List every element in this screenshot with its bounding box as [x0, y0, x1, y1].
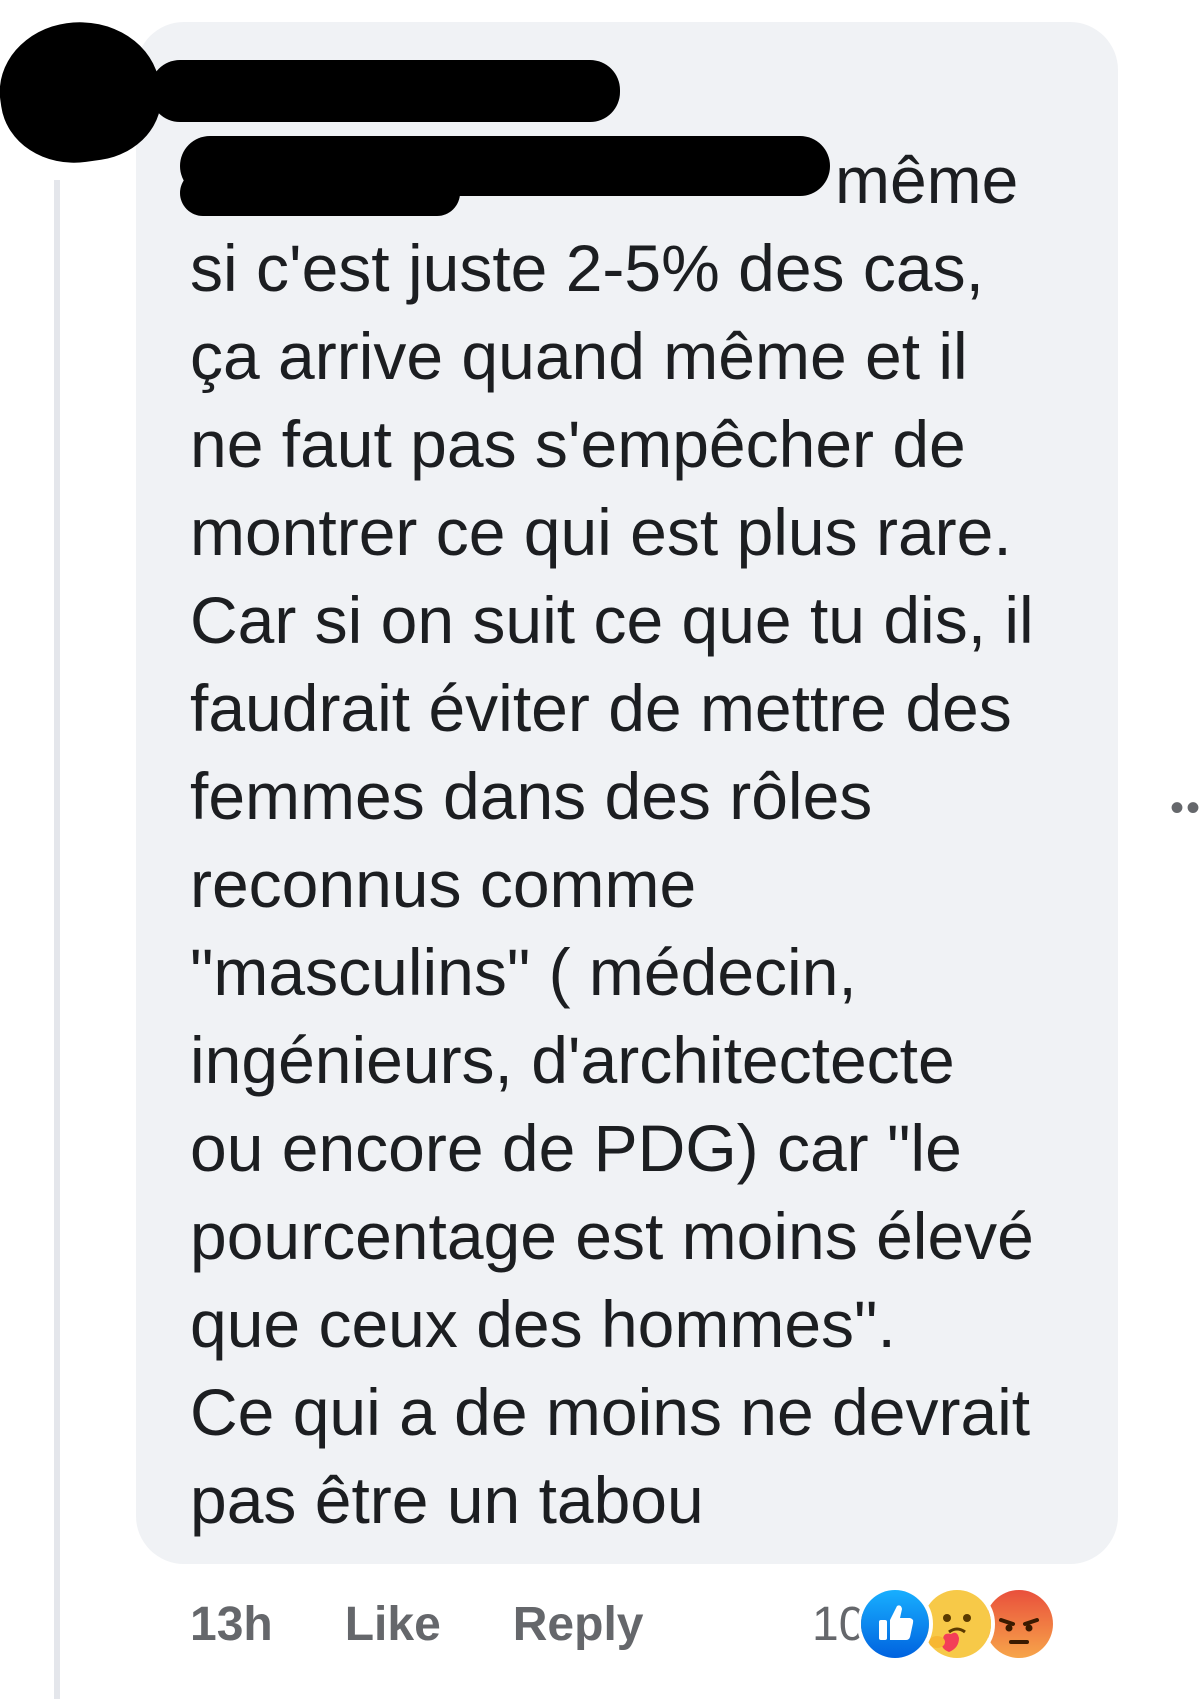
reply-button[interactable]: Reply	[513, 1597, 644, 1652]
redacted-author-name	[150, 60, 620, 122]
comment-text: même si c'est juste 2-5% des cas, ça arri…	[190, 136, 1090, 1544]
comment-body: si c'est juste 2-5% des cas, ça arrive q…	[190, 231, 1034, 1537]
more-options-icon[interactable]: ••	[1170, 786, 1200, 831]
comment-actions: 13h Like Reply	[190, 1584, 643, 1664]
like-icon	[857, 1586, 934, 1662]
like-button[interactable]: Like	[345, 1597, 441, 1652]
reactions-summary[interactable]: 10	[812, 1584, 1058, 1664]
comment-timestamp[interactable]: 13h	[190, 1597, 273, 1652]
thread-line	[54, 180, 60, 1699]
comment-first-line: même	[835, 143, 1019, 217]
